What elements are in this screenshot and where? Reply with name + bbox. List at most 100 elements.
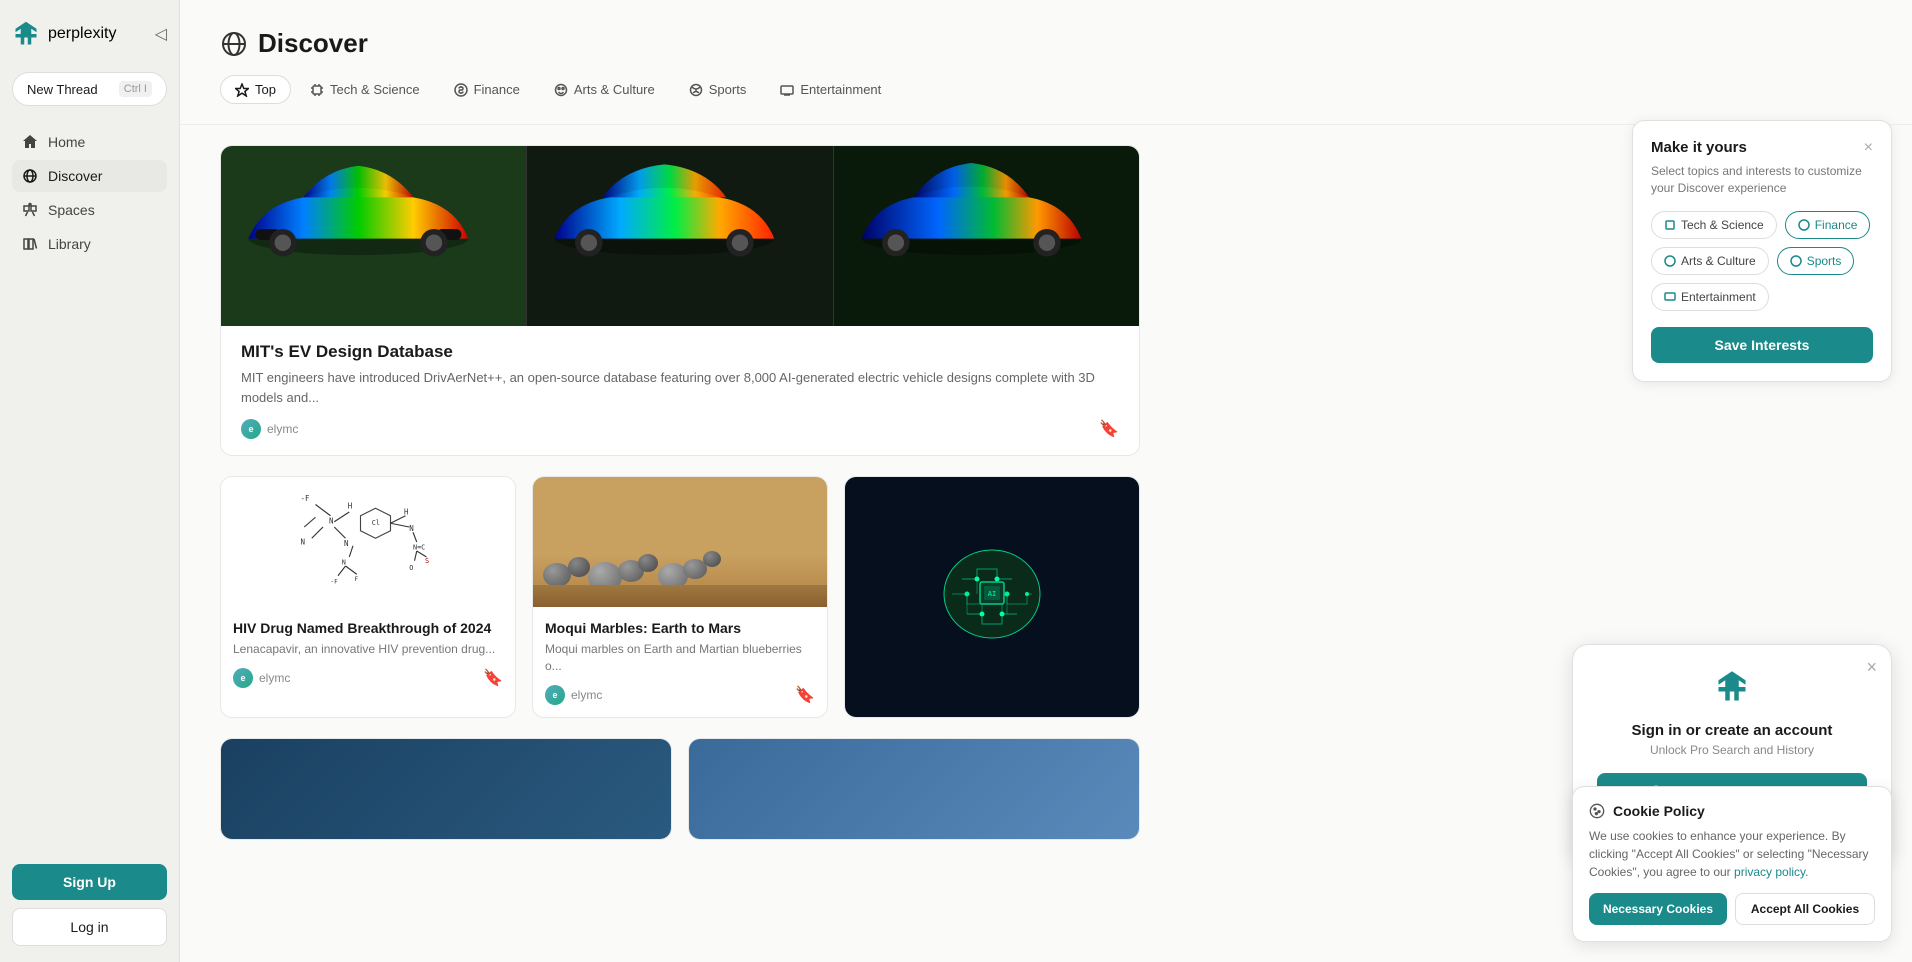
- tab-tech-label: Tech & Science: [330, 82, 420, 97]
- discover-header: Discover: [180, 0, 1912, 75]
- card-moqui[interactable]: Moqui Marbles: Earth to Mars Moqui marbl…: [532, 476, 828, 718]
- chip-arts-label: Arts & Culture: [1681, 254, 1756, 268]
- content-area: MIT's EV Design Database MIT engineers h…: [180, 125, 1180, 880]
- svg-text:-F: -F: [301, 494, 311, 503]
- tab-top[interactable]: Top: [220, 75, 291, 104]
- bottom-cards-row: [220, 738, 1140, 840]
- nav-items: Home Discover Spaces Library: [12, 126, 167, 844]
- article-ev-author: e elymc: [241, 419, 298, 439]
- logo-container: perplexity ◁: [12, 16, 167, 52]
- svg-text:N: N: [329, 516, 334, 525]
- tab-tech[interactable]: Tech & Science: [295, 75, 435, 104]
- home-icon: [22, 134, 38, 150]
- sidebar-item-library-label: Library: [48, 236, 91, 252]
- card-bottom-2[interactable]: [688, 738, 1140, 840]
- tv-icon: [780, 83, 794, 97]
- tab-top-label: Top: [255, 82, 276, 97]
- svg-text:N=C: N=C: [413, 544, 425, 552]
- page-title: Discover: [258, 28, 368, 59]
- bookmark-button-moqui[interactable]: 🔖: [795, 685, 815, 705]
- chip-sports[interactable]: Sports: [1777, 247, 1855, 275]
- chip-arts[interactable]: Arts & Culture: [1651, 247, 1769, 275]
- chip-finance-icon: [1798, 219, 1810, 231]
- tab-finance[interactable]: Finance: [439, 75, 535, 104]
- tab-arts[interactable]: Arts & Culture: [539, 75, 670, 104]
- chip-entertainment-icon: [1664, 291, 1676, 303]
- card-bottom-1[interactable]: [220, 738, 672, 840]
- svg-text:Cl: Cl: [372, 519, 380, 527]
- finance-icon: [454, 83, 468, 97]
- signin-logo-icon: [1597, 669, 1867, 710]
- card-hiv-desc: Lenacapavir, an innovative HIV preventio…: [233, 641, 503, 658]
- svg-text:H: H: [404, 507, 409, 516]
- card-moqui-desc: Moqui marbles on Earth and Martian blueb…: [545, 641, 815, 675]
- sidebar-item-library[interactable]: Library: [12, 228, 167, 260]
- cards-row: -F N H N N Cl: [220, 476, 1140, 718]
- chip-sports-label: Sports: [1807, 254, 1842, 268]
- chip-sports-icon: [1790, 255, 1802, 267]
- car-image-1: [221, 146, 526, 326]
- sports-icon: [689, 83, 703, 97]
- svg-text:-F: -F: [331, 578, 339, 585]
- tab-finance-label: Finance: [474, 82, 520, 97]
- sidebar-item-home[interactable]: Home: [12, 126, 167, 158]
- chip-tech[interactable]: Tech & Science: [1651, 211, 1777, 239]
- shortcut-label: Ctrl I: [119, 81, 152, 97]
- bookmark-button-hiv[interactable]: 🔖: [483, 668, 503, 688]
- new-thread-button[interactable]: New Thread Ctrl I: [12, 72, 167, 106]
- card-hiv-author: e elymc: [233, 668, 290, 688]
- svg-text:F: F: [355, 576, 359, 583]
- globe-icon: [22, 168, 38, 184]
- svg-text:N: N: [344, 539, 349, 548]
- bookmark-button-ev[interactable]: 🔖: [1099, 419, 1119, 439]
- sidebar-item-home-label: Home: [48, 134, 85, 150]
- svg-text:S: S: [425, 557, 429, 565]
- signin-title: Sign in or create an account: [1597, 722, 1867, 739]
- sign-in-close-button[interactable]: ×: [1866, 657, 1877, 678]
- necessary-cookies-button[interactable]: Necessary Cookies: [1589, 893, 1727, 925]
- panel-description: Select topics and interests to customize…: [1651, 163, 1873, 197]
- chip-tech-icon: [1664, 219, 1676, 231]
- card-hiv-image: -F N H N N Cl: [221, 477, 515, 607]
- tab-entertainment[interactable]: Entertainment: [765, 75, 896, 104]
- accept-all-cookies-button[interactable]: Accept All Cookies: [1735, 893, 1875, 925]
- login-button[interactable]: Log in: [12, 908, 167, 946]
- svg-text:O: O: [409, 564, 413, 572]
- privacy-policy-link[interactable]: privacy policy.: [1734, 865, 1808, 879]
- article-images: [221, 146, 1139, 326]
- card-hiv[interactable]: -F N H N N Cl: [220, 476, 516, 718]
- car-image-3: [833, 146, 1139, 326]
- panel-title: Make it yours: [1651, 139, 1747, 156]
- article-card-ev[interactable]: MIT's EV Design Database MIT engineers h…: [220, 145, 1140, 456]
- svg-text:N: N: [301, 537, 306, 546]
- signup-button[interactable]: Sign Up: [12, 864, 167, 900]
- cookie-icon: [1589, 803, 1605, 819]
- chip-finance-label: Finance: [1815, 218, 1858, 232]
- tab-entertainment-label: Entertainment: [800, 82, 881, 97]
- sidebar-item-discover[interactable]: Discover: [12, 160, 167, 192]
- sidebar-item-discover-label: Discover: [48, 168, 102, 184]
- logo-text: perplexity: [48, 25, 116, 43]
- sidebar-item-spaces[interactable]: Spaces: [12, 194, 167, 226]
- chip-tech-label: Tech & Science: [1681, 218, 1764, 232]
- cpu-icon: [310, 83, 324, 97]
- panel-close-button[interactable]: ×: [1864, 139, 1873, 157]
- save-interests-button[interactable]: Save Interests: [1651, 327, 1873, 363]
- svg-text:N: N: [409, 524, 414, 533]
- author-avatar: e: [241, 419, 261, 439]
- car-image-2: [526, 146, 832, 326]
- article-ev-title: MIT's EV Design Database: [241, 342, 1119, 362]
- card-hiv-title: HIV Drug Named Breakthrough of 2024: [233, 619, 503, 637]
- signin-subtitle: Unlock Pro Search and History: [1597, 743, 1867, 757]
- tab-sports-label: Sports: [709, 82, 747, 97]
- collapse-sidebar-button[interactable]: ◁: [155, 24, 167, 44]
- card-deepseek[interactable]: AI DeepSeek's New Open Source AI Model D…: [844, 476, 1140, 718]
- interest-chips: Tech & Science Finance Arts & Culture Sp…: [1651, 211, 1873, 311]
- chip-finance[interactable]: Finance: [1785, 211, 1871, 239]
- chip-entertainment[interactable]: Entertainment: [1651, 283, 1769, 311]
- svg-text:AI: AI: [988, 590, 996, 598]
- chip-arts-icon: [1664, 255, 1676, 267]
- card-moqui-author: e elymc: [545, 685, 602, 705]
- star-icon: [235, 83, 249, 97]
- tab-sports[interactable]: Sports: [674, 75, 762, 104]
